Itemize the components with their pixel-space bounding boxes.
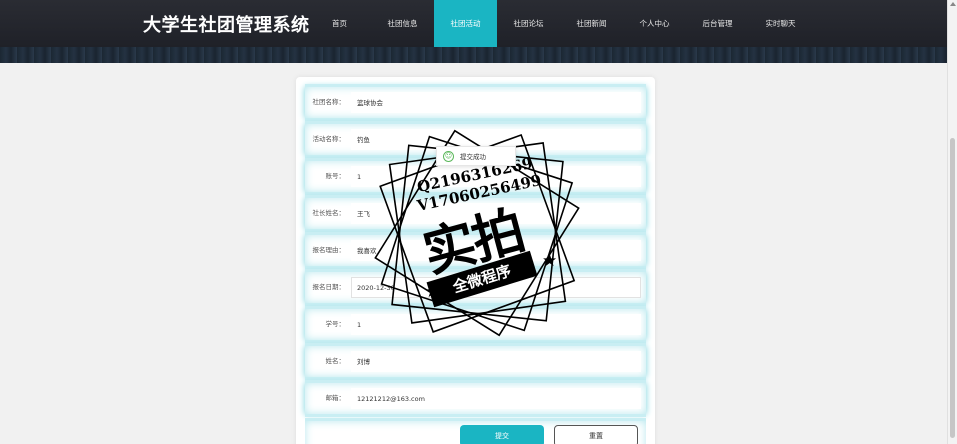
form-row-president-name: 社长姓名： 王飞 (305, 198, 646, 229)
nav-item-personal-center[interactable]: 个人中心 (623, 0, 686, 47)
field-label: 社团名称： (312, 98, 346, 106)
club-name-field[interactable]: 篮球协会 (351, 92, 641, 113)
signup-date-field[interactable]: 2020-12-30 (351, 277, 641, 298)
vertical-scrollbar[interactable] (947, 0, 957, 444)
nav-item-home[interactable]: 首页 (308, 0, 371, 47)
success-toast: ☺ 提交成功 (436, 146, 516, 166)
app-title: 大学生社团管理系统 (143, 15, 310, 36)
page: 大学生社团管理系统 首页 社团信息 社团活动 社团论坛 社团新闻 个人中心 后台… (0, 0, 957, 444)
activity-signup-form: 社团名称： 篮球协会 活动名称： 钓鱼 账号： 1 社长姓名： 王飞 报名理由：… (296, 77, 655, 444)
reason-field[interactable]: 我喜欢 (351, 240, 641, 261)
reset-button[interactable]: 重置 (554, 425, 638, 444)
nav-item-live-chat[interactable]: 实时聊天 (749, 0, 812, 47)
nav-item-club-news[interactable]: 社团新闻 (560, 0, 623, 47)
toast-message: 提交成功 (460, 153, 486, 161)
form-row-name: 姓名： 刘博 (305, 346, 646, 377)
scroll-up-arrow-icon[interactable] (950, 2, 956, 6)
nav-item-admin[interactable]: 后台管理 (686, 0, 749, 47)
form-row-signup-date: 报名日期： 2020-12-30 (305, 272, 646, 303)
field-label: 报名日期： (312, 283, 346, 291)
field-label: 邮箱： (325, 394, 346, 402)
name-field[interactable]: 刘博 (351, 351, 641, 372)
email-field[interactable]: 12121212@163.com (351, 388, 641, 409)
field-label: 社长姓名： (312, 209, 346, 217)
form-actions: 提交 重置 (305, 421, 646, 444)
main-nav: 首页 社团信息 社团活动 社团论坛 社团新闻 个人中心 后台管理 实时聊天 (308, 0, 812, 47)
submit-button[interactable]: 提交 (460, 425, 544, 444)
field-label: 活动名称： (312, 135, 346, 143)
nav-item-club-forum[interactable]: 社团论坛 (497, 0, 560, 47)
nav-item-club-activity[interactable]: 社团活动 (434, 0, 497, 47)
account-field[interactable]: 1 (351, 166, 641, 187)
top-header: 大学生社团管理系统 首页 社团信息 社团活动 社团论坛 社团新闻 个人中心 后台… (0, 0, 957, 47)
president-name-field[interactable]: 王飞 (351, 203, 641, 224)
form-row-email: 邮箱： 12121212@163.com (305, 383, 646, 414)
header-banner-strip (0, 47, 947, 63)
form-row-student-id: 学号： 1 (305, 309, 646, 340)
field-label: 账号： (325, 172, 346, 180)
student-id-field[interactable]: 1 (351, 314, 641, 335)
nav-item-club-info[interactable]: 社团信息 (371, 0, 434, 47)
smile-icon: ☺ (443, 150, 454, 162)
form-row-club-name: 社团名称： 篮球协会 (305, 87, 646, 118)
scroll-thumb[interactable] (950, 138, 955, 438)
form-row-reason: 报名理由： 我喜欢 (305, 235, 646, 266)
field-label: 姓名： (325, 357, 346, 365)
field-label: 学号： (325, 320, 346, 328)
field-label: 报名理由： (312, 246, 346, 254)
